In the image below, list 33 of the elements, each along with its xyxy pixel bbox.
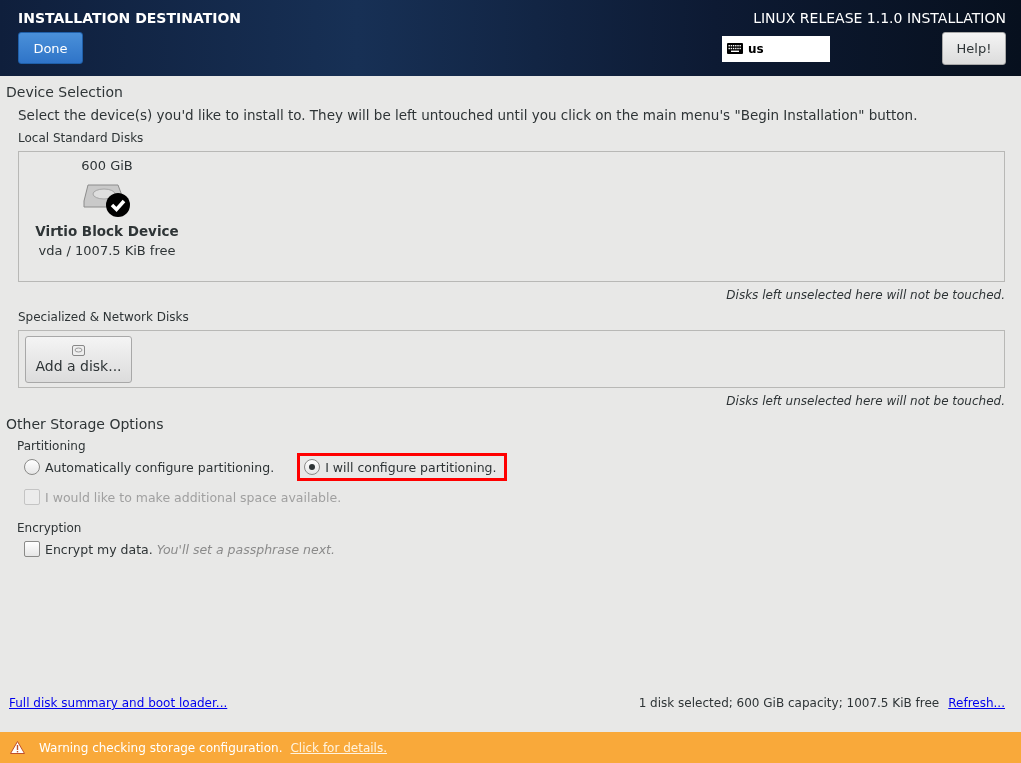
window-title: INSTALLATION DESTINATION	[18, 10, 241, 26]
checkbox-option[interactable]: Encrypt my data. You'll set a passphrase next.	[17, 535, 346, 563]
disk-tile[interactable]: 600 GiB Virtio Block Device vda / 1007.5 KiB free	[19, 158, 195, 281]
refresh-link[interactable]: Refresh...	[948, 696, 1005, 710]
section-title: Other Storage Options	[6, 416, 165, 432]
disk-name: Virtio Block Device	[35, 223, 179, 239]
radio-option[interactable]: Automatically configure partitioning.	[17, 453, 286, 481]
help-button[interactable]: Help!	[942, 32, 1006, 65]
done-button[interactable]: Done	[18, 32, 83, 64]
keyboard-layout-indicator[interactable]: us	[722, 35, 830, 62]
group-label: Specialized & Network Disks	[18, 310, 190, 324]
disk-size: 600 GiB	[81, 158, 133, 173]
description-text: Select the device(s) you'd like to install to. They will be left untouched until you click on the main menu's "Begin Installation" button.	[18, 107, 919, 123]
radio-option[interactable]: I will configure partitioning.	[297, 453, 508, 481]
group-label: Partitioning	[17, 439, 87, 453]
add-disk-button[interactable]: Add a disk...	[25, 336, 132, 383]
disk-icon	[72, 345, 85, 356]
section-title: Device Selection	[6, 84, 124, 100]
group-label: Encryption	[17, 521, 83, 535]
hint-text: Disks left unselected here will not be touched.	[725, 288, 1005, 302]
keyboard-icon	[727, 43, 743, 54]
warning-text: Warning checking storage configuration.	[39, 740, 283, 755]
disk-details: vda / 1007.5 KiB free	[38, 243, 176, 258]
radio-button[interactable]	[304, 459, 321, 475]
product-title: LINUX RELEASE 1.1.0 INSTALLATION	[753, 10, 1006, 26]
disk-summary-link[interactable]: Full disk summary and boot loader...	[9, 696, 228, 710]
checkbox-label: Encrypt my data. You'll set a passphrase next.	[45, 541, 335, 557]
checkbox[interactable]	[24, 541, 40, 557]
warning-icon	[10, 741, 25, 754]
hint-text: Disks left unselected here will not be touched.	[725, 394, 1005, 408]
group-label: Local Standard Disks	[18, 131, 145, 145]
radio-button[interactable]	[24, 459, 40, 475]
status-text: 1 disk selected; 600 GiB capacity; 1007.5 KiB free	[638, 696, 940, 710]
